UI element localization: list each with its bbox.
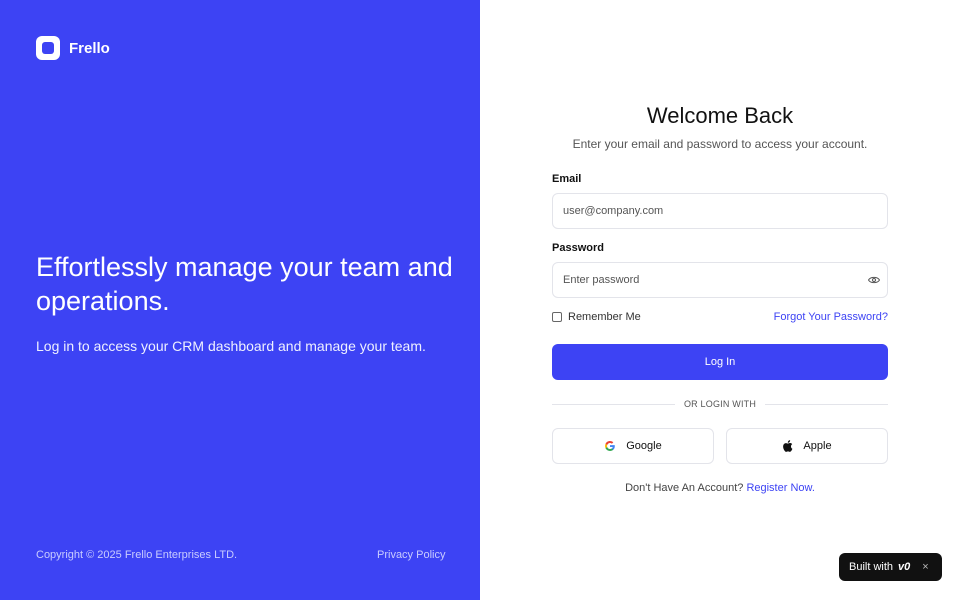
login-form: Welcome Back Enter your email and passwo…: [552, 100, 889, 494]
copyright-text: Copyright © 2025 Frello Enterprises LTD.: [36, 549, 238, 561]
email-label: Email: [552, 173, 582, 185]
close-icon[interactable]: ×: [922, 561, 928, 573]
password-label: Password: [552, 242, 604, 254]
forgot-password-link[interactable]: Forgot Your Password?: [774, 311, 888, 323]
google-icon: [605, 441, 616, 451]
divider-line: [765, 403, 889, 405]
divider-line: [552, 403, 675, 405]
register-prompt-text: Don't Have An Account?: [625, 482, 744, 494]
badge-label: Built with: [849, 561, 894, 573]
divider-text: OR LOGIN WITH: [683, 399, 757, 409]
google-label: Google: [626, 440, 662, 452]
form-title: Welcome Back: [646, 103, 794, 128]
eye-icon[interactable]: [868, 276, 880, 284]
remember-me[interactable]: Remember Me: [552, 311, 641, 323]
hero-subtitle: Log in to access your CRM dashboard and …: [36, 338, 426, 354]
email-input[interactable]: [552, 193, 888, 229]
password-input[interactable]: [552, 262, 888, 298]
remember-me-label: Remember Me: [568, 311, 641, 323]
apple-login-button[interactable]: Apple: [726, 428, 888, 464]
login-button[interactable]: Log In: [552, 344, 888, 380]
register-prompt: Don't Have An Account? Register Now.: [552, 482, 888, 494]
apple-label: Apple: [803, 440, 832, 452]
logo[interactable]: Frello: [36, 36, 110, 60]
built-with-badge[interactable]: Built with v0 ×: [839, 553, 942, 581]
google-login-button[interactable]: Google: [552, 428, 714, 464]
brand-panel: Frello Effortlessly manage your team and…: [0, 0, 480, 600]
v0-logo: v0: [898, 561, 911, 573]
apple-icon: [783, 440, 793, 452]
divider: OR LOGIN WITH: [552, 398, 889, 410]
brand-name: Frello: [69, 39, 110, 57]
frello-logo-icon: [36, 36, 60, 60]
privacy-policy-link[interactable]: Privacy Policy: [377, 549, 445, 561]
form-subtitle: Enter your email and password to access …: [572, 137, 868, 151]
login-panel: Welcome Back Enter your email and passwo…: [480, 0, 960, 600]
remember-me-checkbox[interactable]: [552, 312, 562, 322]
register-link[interactable]: Register Now.: [746, 482, 814, 494]
hero-title: Effortlessly manage your team and operat…: [36, 252, 453, 316]
